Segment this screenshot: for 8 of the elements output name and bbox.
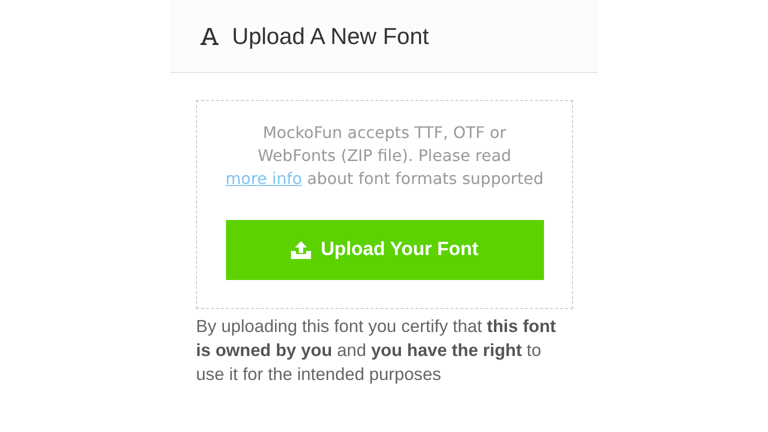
more-info-link[interactable]: more info [225,169,302,188]
letter-a-icon [200,26,219,46]
upload-icon [290,241,311,259]
ownership-notice: By uploading this font you certify that this font is owned by you and you have the right to use it for the intended purposes [196,315,556,386]
format-description: MockoFun accepts TTF, OTF or WebFonts (ZIP file). Please read more info about font formats supported [225,122,544,190]
upload-button[interactable]: Upload Your Font [226,220,544,280]
dialog-title: Upload A New Font [232,22,429,50]
drop-zone[interactable]: MockoFun accepts TTF, OTF or WebFonts (ZIP file). Please read more info about font formats supported Upload Your Font [196,100,573,309]
